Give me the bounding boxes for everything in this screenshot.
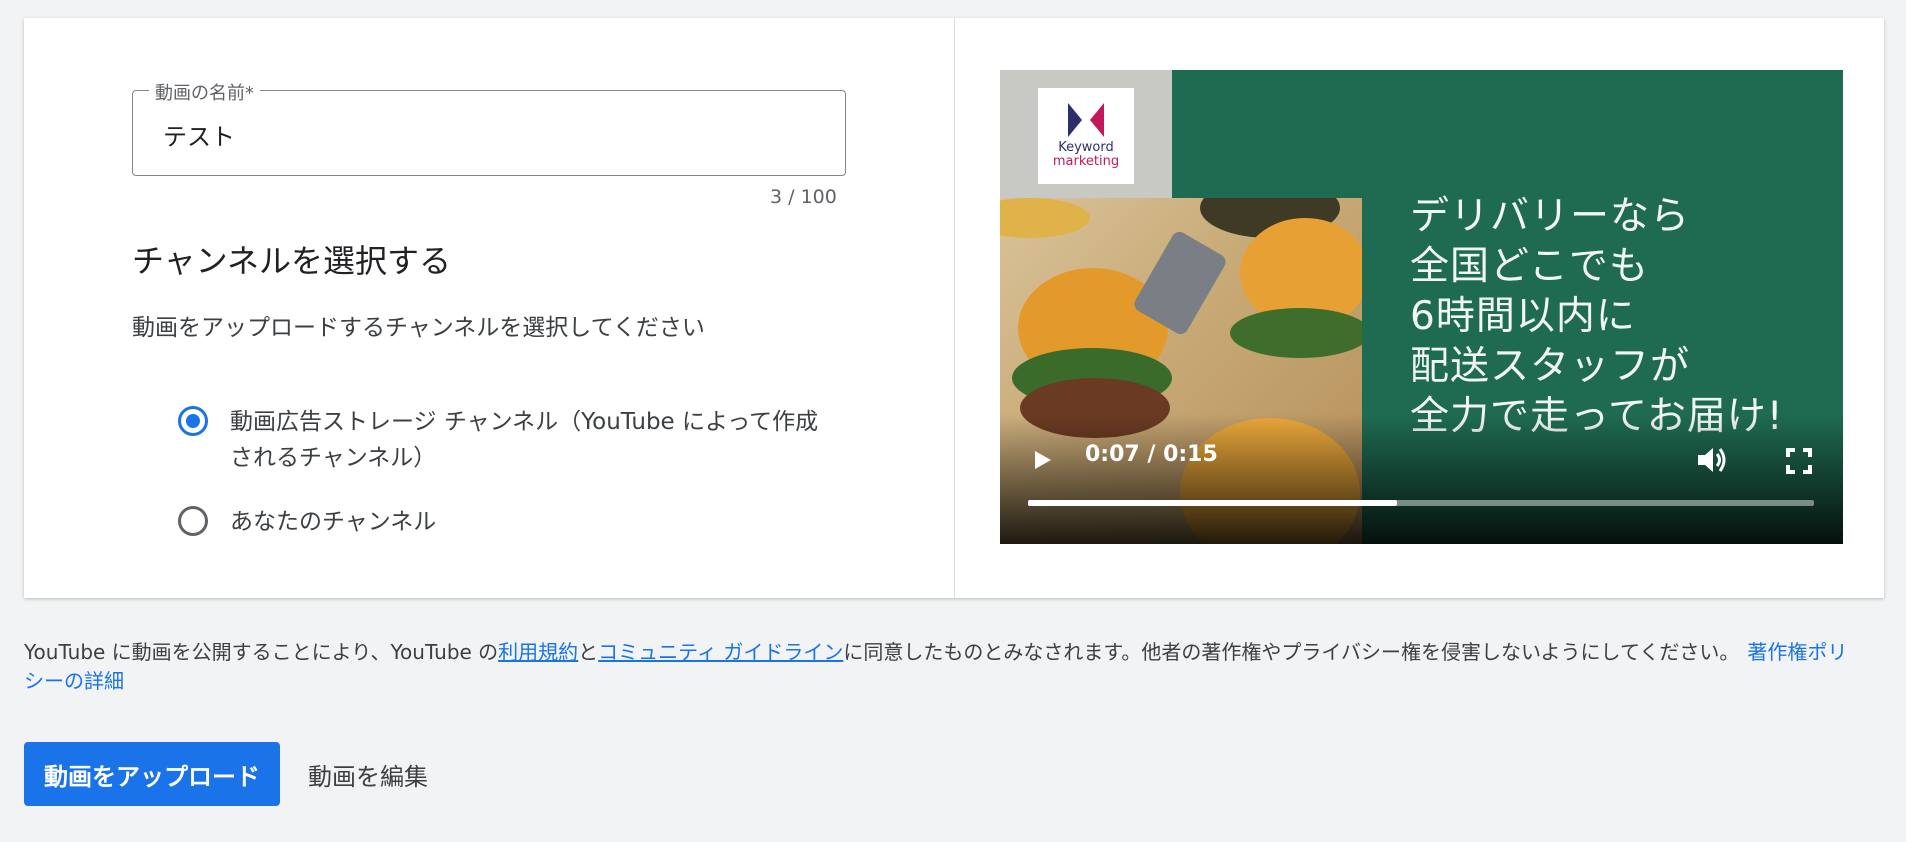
upload-video-button[interactable]: 動画をアップロード — [24, 742, 280, 806]
preview-panel: Keyword marketing デリバリーなら 全国どこでも 6時間以内に … — [955, 18, 1884, 598]
headline-line: デリバリーなら — [1410, 194, 1691, 239]
play-icon[interactable] — [1030, 448, 1054, 472]
brand-name-line2: marketing — [1052, 154, 1120, 169]
terms-prefix: YouTube に動画を公開することにより、YouTube の — [24, 640, 499, 664]
terms-of-service-link[interactable]: 利用規約 — [498, 640, 578, 664]
fullscreen-icon[interactable] — [1786, 448, 1812, 474]
character-counter: 3 / 100 — [770, 186, 837, 208]
upload-card: 動画の名前* テスト 3 / 100 チャンネルを選択する 動画をアップロードす… — [24, 18, 1884, 598]
video-time: 0:07 / 0:15 — [1085, 442, 1218, 467]
radio-button-selected[interactable] — [178, 406, 208, 436]
video-progress-bar[interactable] — [1028, 500, 1814, 506]
community-guidelines-link[interactable]: コミュニティ ガイドライン — [598, 640, 843, 664]
video-progress-fill — [1028, 500, 1398, 506]
form-panel: 動画の名前* テスト 3 / 100 チャンネルを選択する 動画をアップロードす… — [24, 18, 955, 598]
controls-gradient — [1000, 414, 1843, 544]
terms-notice: YouTube に動画を公開することにより、YouTube の利用規約とコミュニ… — [24, 638, 1864, 696]
terms-and: と — [578, 640, 599, 664]
video-title-label: 動画の名前* — [149, 79, 260, 105]
headline-line: 配送スタッフが — [1410, 344, 1691, 389]
brand-logo: Keyword marketing — [1038, 88, 1134, 184]
logo-mark-icon — [1068, 103, 1104, 137]
brand-name-line1: Keyword — [1058, 140, 1114, 155]
headline-line: 6時間以内に — [1410, 294, 1636, 339]
video-player[interactable]: Keyword marketing デリバリーなら 全国どこでも 6時間以内に … — [1000, 70, 1843, 544]
channel-description: 動画をアップロードするチャンネルを選択してください — [132, 315, 705, 341]
volume-icon[interactable] — [1696, 446, 1728, 474]
headline-line: 全国どこでも — [1410, 244, 1649, 289]
video-title-input[interactable]: テスト — [163, 117, 235, 152]
radio-option-storage-channel[interactable]: 動画広告ストレージ チャンネル（YouTube によって作成されるチャンネル） — [178, 404, 830, 476]
radio-label-storage-channel: 動画広告ストレージ チャンネル（YouTube によって作成されるチャンネル） — [230, 409, 819, 471]
video-headline: デリバリーなら 全国どこでも 6時間以内に 配送スタッフが 全力で走ってお届け! — [1410, 192, 1784, 442]
terms-suffix: に同意したものとみなされます。他者の著作権やプライバシー権を侵害しないようにして… — [843, 640, 1740, 664]
radio-label-your-channel: あなたのチャンネル — [230, 509, 437, 535]
video-title-field[interactable]: 動画の名前* テスト — [132, 79, 846, 176]
channel-heading: チャンネルを選択する — [132, 242, 452, 280]
edit-video-button[interactable]: 動画を編集 — [296, 742, 440, 806]
radio-option-your-channel[interactable]: あなたのチャンネル — [178, 504, 830, 540]
radio-button-unselected[interactable] — [178, 506, 208, 536]
